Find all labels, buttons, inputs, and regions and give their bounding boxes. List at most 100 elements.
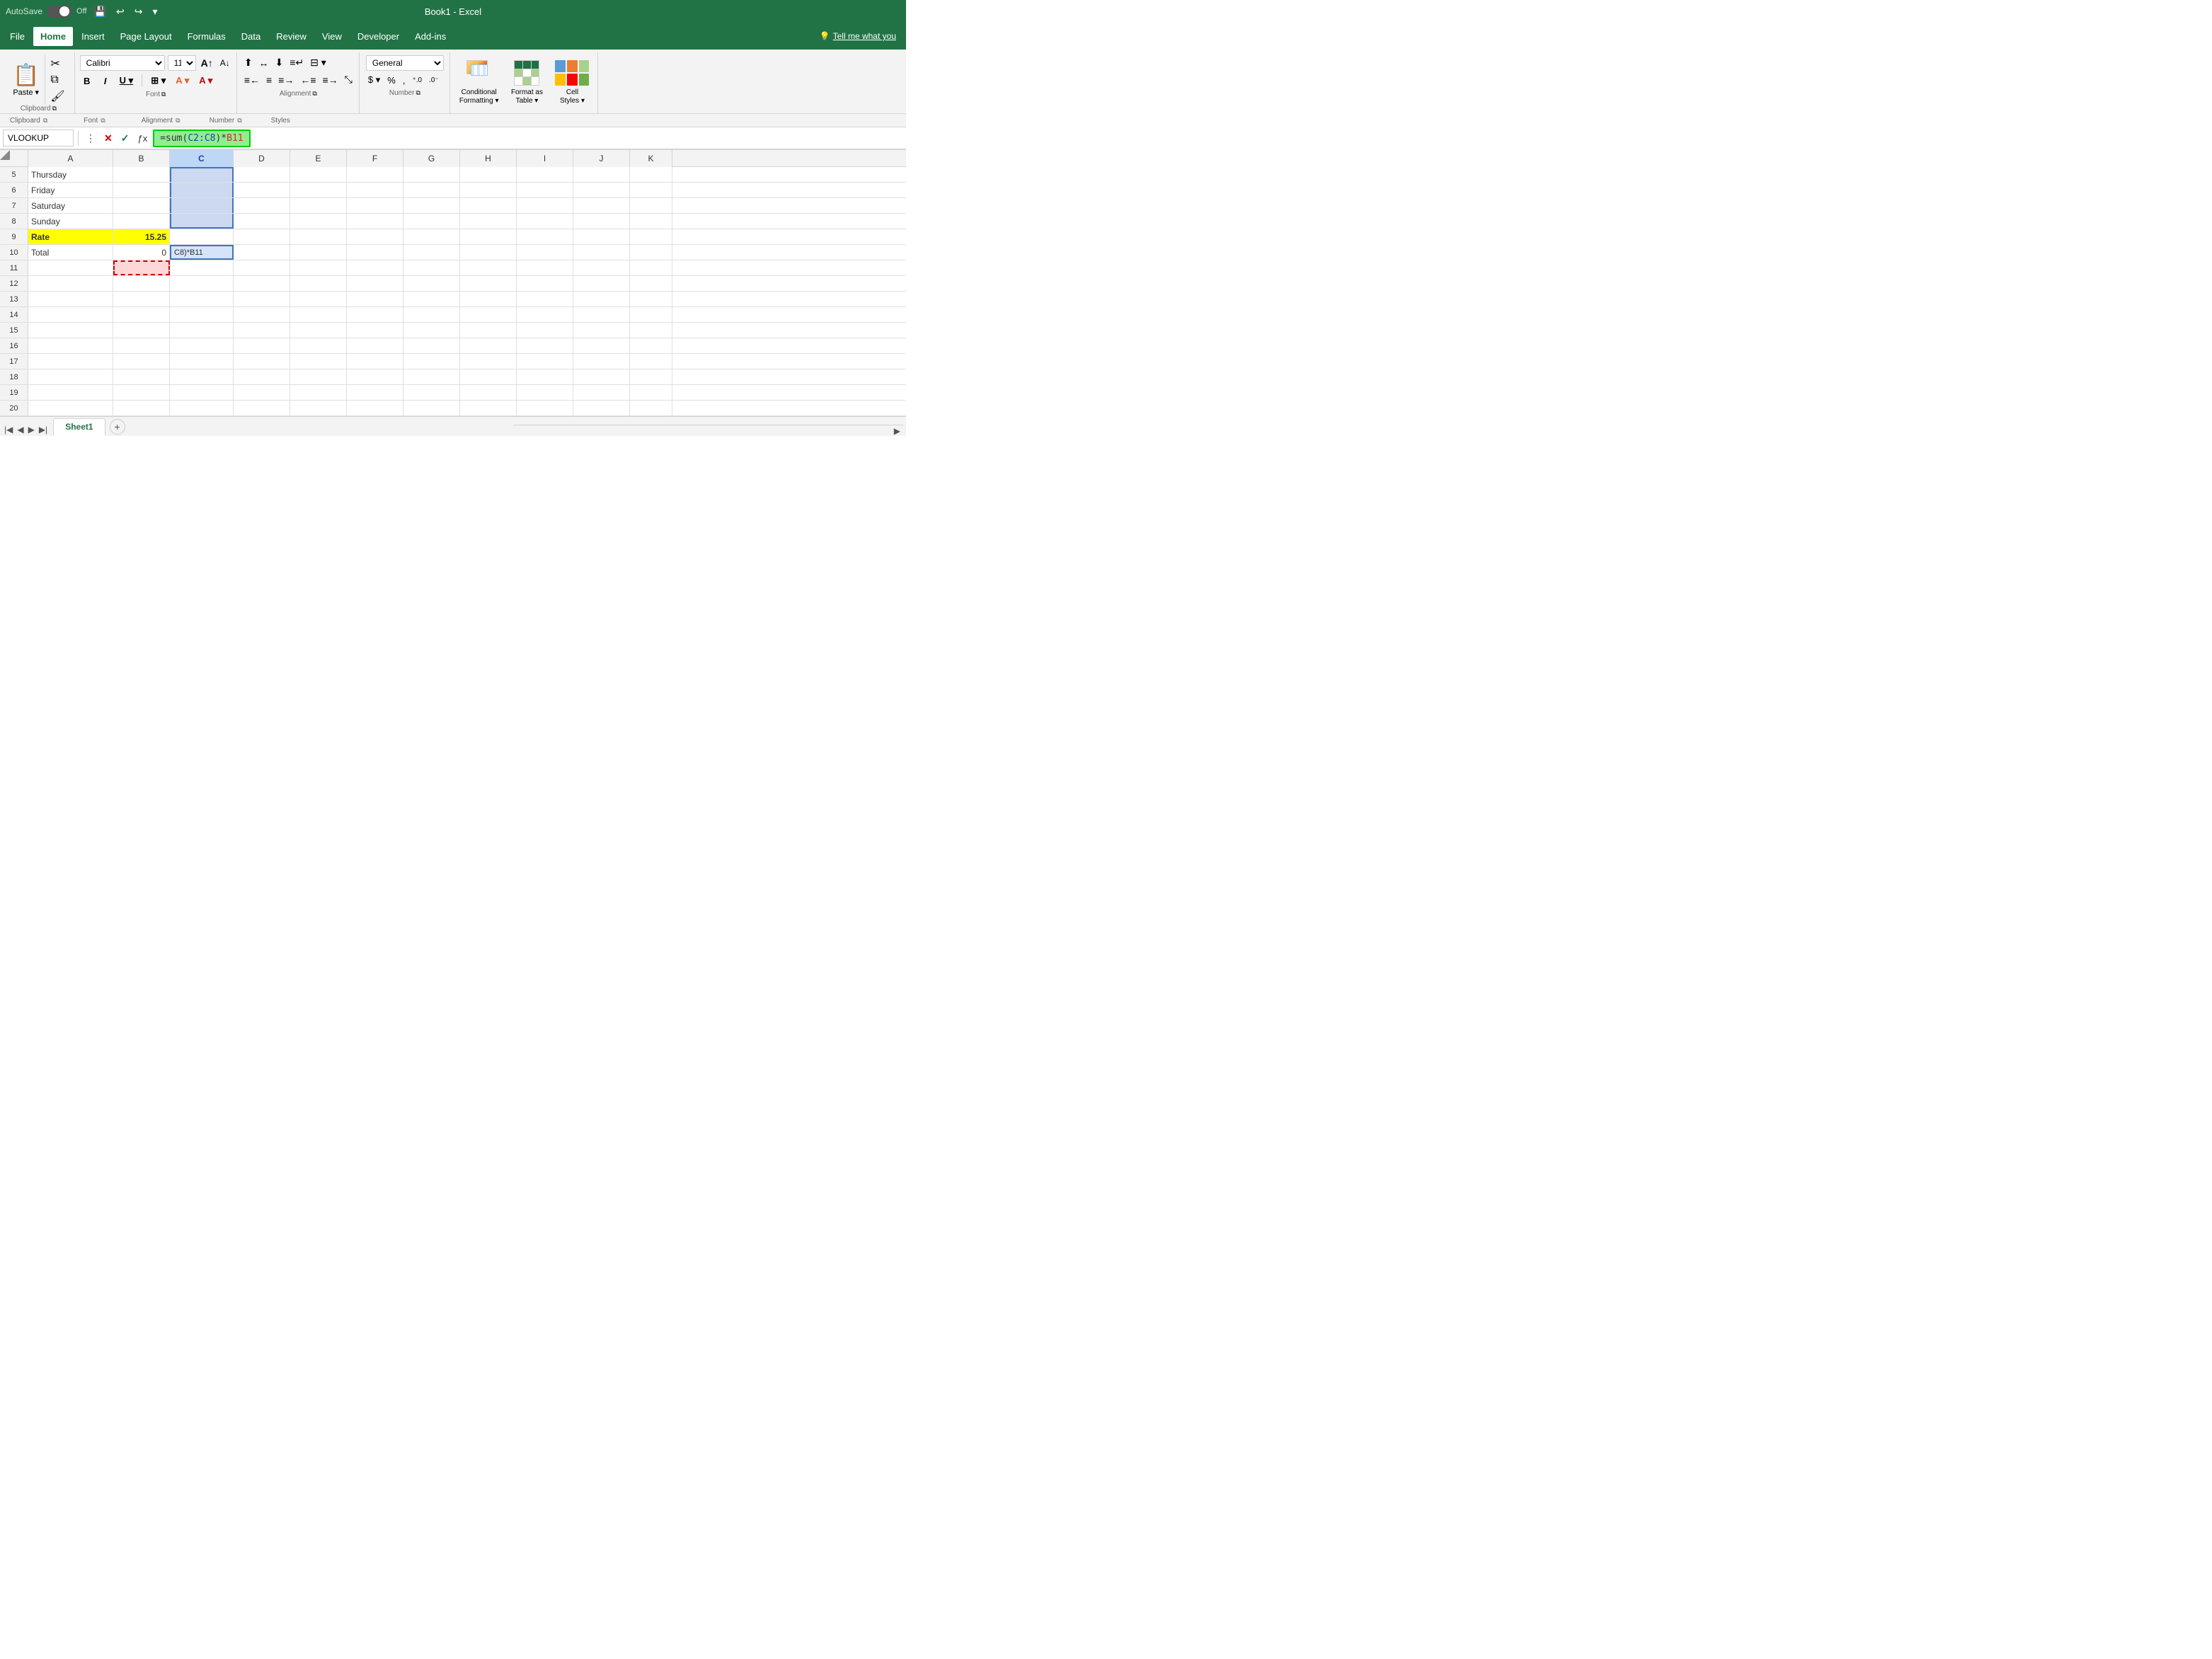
cell-f18[interactable]	[347, 369, 403, 384]
cell-a12[interactable]	[28, 276, 113, 291]
cell-f7[interactable]	[347, 198, 403, 213]
save-icon[interactable]: 💾	[91, 4, 109, 19]
cell-h20[interactable]	[460, 401, 517, 415]
cell-b13[interactable]	[113, 292, 170, 306]
cell-h14[interactable]	[460, 307, 517, 322]
cell-c6[interactable]	[170, 183, 234, 197]
cell-e20[interactable]	[290, 401, 347, 415]
font-expand-btn[interactable]: ⧉	[101, 117, 105, 125]
cell-k18[interactable]	[630, 369, 672, 384]
cell-e18[interactable]	[290, 369, 347, 384]
cell-k20[interactable]	[630, 401, 672, 415]
indent-increase-button[interactable]: ≡→	[321, 73, 340, 87]
cell-e8[interactable]	[290, 214, 347, 229]
font-expand-icon[interactable]: ⧉	[161, 91, 166, 98]
menu-file[interactable]: File	[3, 27, 32, 46]
cell-h16[interactable]	[460, 338, 517, 353]
cell-g17[interactable]	[403, 354, 460, 369]
cell-i6[interactable]	[517, 183, 573, 197]
cell-f17[interactable]	[347, 354, 403, 369]
cell-b19[interactable]	[113, 385, 170, 400]
cell-e19[interactable]	[290, 385, 347, 400]
cell-c12[interactable]	[170, 276, 234, 291]
clipboard-expand-btn[interactable]: ⧉	[43, 117, 47, 125]
cell-f9[interactable]	[347, 229, 403, 244]
cell-a8[interactable]: Sunday	[28, 214, 113, 229]
cell-e11[interactable]	[290, 260, 347, 275]
cell-i11[interactable]	[517, 260, 573, 275]
enter-formula-button[interactable]: ✓	[118, 131, 132, 146]
formula-more-button[interactable]: ⋮	[83, 131, 98, 146]
cell-e10[interactable]	[290, 245, 347, 260]
cell-styles-button[interactable]: CellStyles ▾	[551, 58, 593, 108]
row-header-14[interactable]: 14	[0, 307, 28, 322]
cell-a11[interactable]	[28, 260, 113, 275]
cell-j15[interactable]	[573, 323, 630, 338]
cell-k15[interactable]	[630, 323, 672, 338]
cell-j10[interactable]	[573, 245, 630, 260]
align-right-button[interactable]: ≡→	[276, 73, 296, 87]
cell-j11[interactable]	[573, 260, 630, 275]
cell-a20[interactable]	[28, 401, 113, 415]
cell-g15[interactable]	[403, 323, 460, 338]
cell-a6[interactable]: Friday	[28, 183, 113, 197]
menu-review[interactable]: Review	[269, 27, 314, 46]
cell-c8[interactable]	[170, 214, 234, 229]
cell-i19[interactable]	[517, 385, 573, 400]
cell-e5[interactable]	[290, 167, 347, 182]
cell-f20[interactable]	[347, 401, 403, 415]
alignment-expand-btn[interactable]: ⧉	[176, 117, 180, 125]
cell-h18[interactable]	[460, 369, 517, 384]
comma-button[interactable]: ,	[401, 74, 408, 86]
decimal-increase-button[interactable]: ⁺.0	[410, 76, 424, 85]
cell-e6[interactable]	[290, 183, 347, 197]
cell-b5[interactable]	[113, 167, 170, 182]
cell-j6[interactable]	[573, 183, 630, 197]
cell-h15[interactable]	[460, 323, 517, 338]
underline-button[interactable]: U ▾	[117, 74, 137, 88]
align-center-button[interactable]: ≡	[264, 73, 274, 87]
borders-button[interactable]: ⊞ ▾	[148, 74, 168, 88]
cell-c10[interactable]: C8)*B11	[170, 245, 234, 260]
col-header-c[interactable]: C	[170, 150, 234, 167]
row-header-19[interactable]: 19	[0, 385, 28, 400]
cell-i17[interactable]	[517, 354, 573, 369]
cell-i13[interactable]	[517, 292, 573, 306]
cell-c20[interactable]	[170, 401, 234, 415]
row-header-6[interactable]: 6	[0, 183, 28, 197]
cell-a15[interactable]	[28, 323, 113, 338]
cell-k7[interactable]	[630, 198, 672, 213]
horizontal-scrollbar[interactable]: ▶	[514, 425, 903, 436]
col-header-j[interactable]: J	[573, 150, 630, 167]
cell-a14[interactable]	[28, 307, 113, 322]
formula-input-area[interactable]: =sum(C2:C8)*B11	[153, 130, 903, 147]
cell-d5[interactable]	[234, 167, 290, 182]
col-header-b[interactable]: B	[113, 150, 170, 167]
col-header-h[interactable]: H	[460, 150, 517, 167]
cell-d8[interactable]	[234, 214, 290, 229]
cell-k11[interactable]	[630, 260, 672, 275]
cell-g16[interactable]	[403, 338, 460, 353]
cell-k5[interactable]	[630, 167, 672, 182]
row-header-8[interactable]: 8	[0, 214, 28, 229]
indent-decrease-button[interactable]: ←≡	[298, 73, 318, 87]
undo-icon[interactable]: ↩	[113, 4, 127, 19]
cell-a7[interactable]: Saturday	[28, 198, 113, 213]
grid-container[interactable]: 5 Thursday 6 Friday	[0, 167, 906, 416]
tab-nav-last[interactable]: ▶|	[38, 423, 49, 436]
cell-k12[interactable]	[630, 276, 672, 291]
merge-button[interactable]: ⊟ ▾	[308, 55, 328, 70]
cell-e12[interactable]	[290, 276, 347, 291]
cell-h7[interactable]	[460, 198, 517, 213]
cell-c5[interactable]	[170, 167, 234, 182]
menu-page-layout[interactable]: Page Layout	[113, 27, 179, 46]
menu-formulas[interactable]: Formulas	[180, 27, 233, 46]
row-header-17[interactable]: 17	[0, 354, 28, 369]
cell-i18[interactable]	[517, 369, 573, 384]
row-header-9[interactable]: 9	[0, 229, 28, 244]
conditional-formatting-button[interactable]: ConditionalFormatting ▾	[455, 58, 503, 108]
format-as-table-button[interactable]: Format asTable ▾	[505, 58, 548, 108]
cell-d16[interactable]	[234, 338, 290, 353]
cell-a17[interactable]	[28, 354, 113, 369]
font-grow-button[interactable]: A↑	[199, 57, 215, 69]
